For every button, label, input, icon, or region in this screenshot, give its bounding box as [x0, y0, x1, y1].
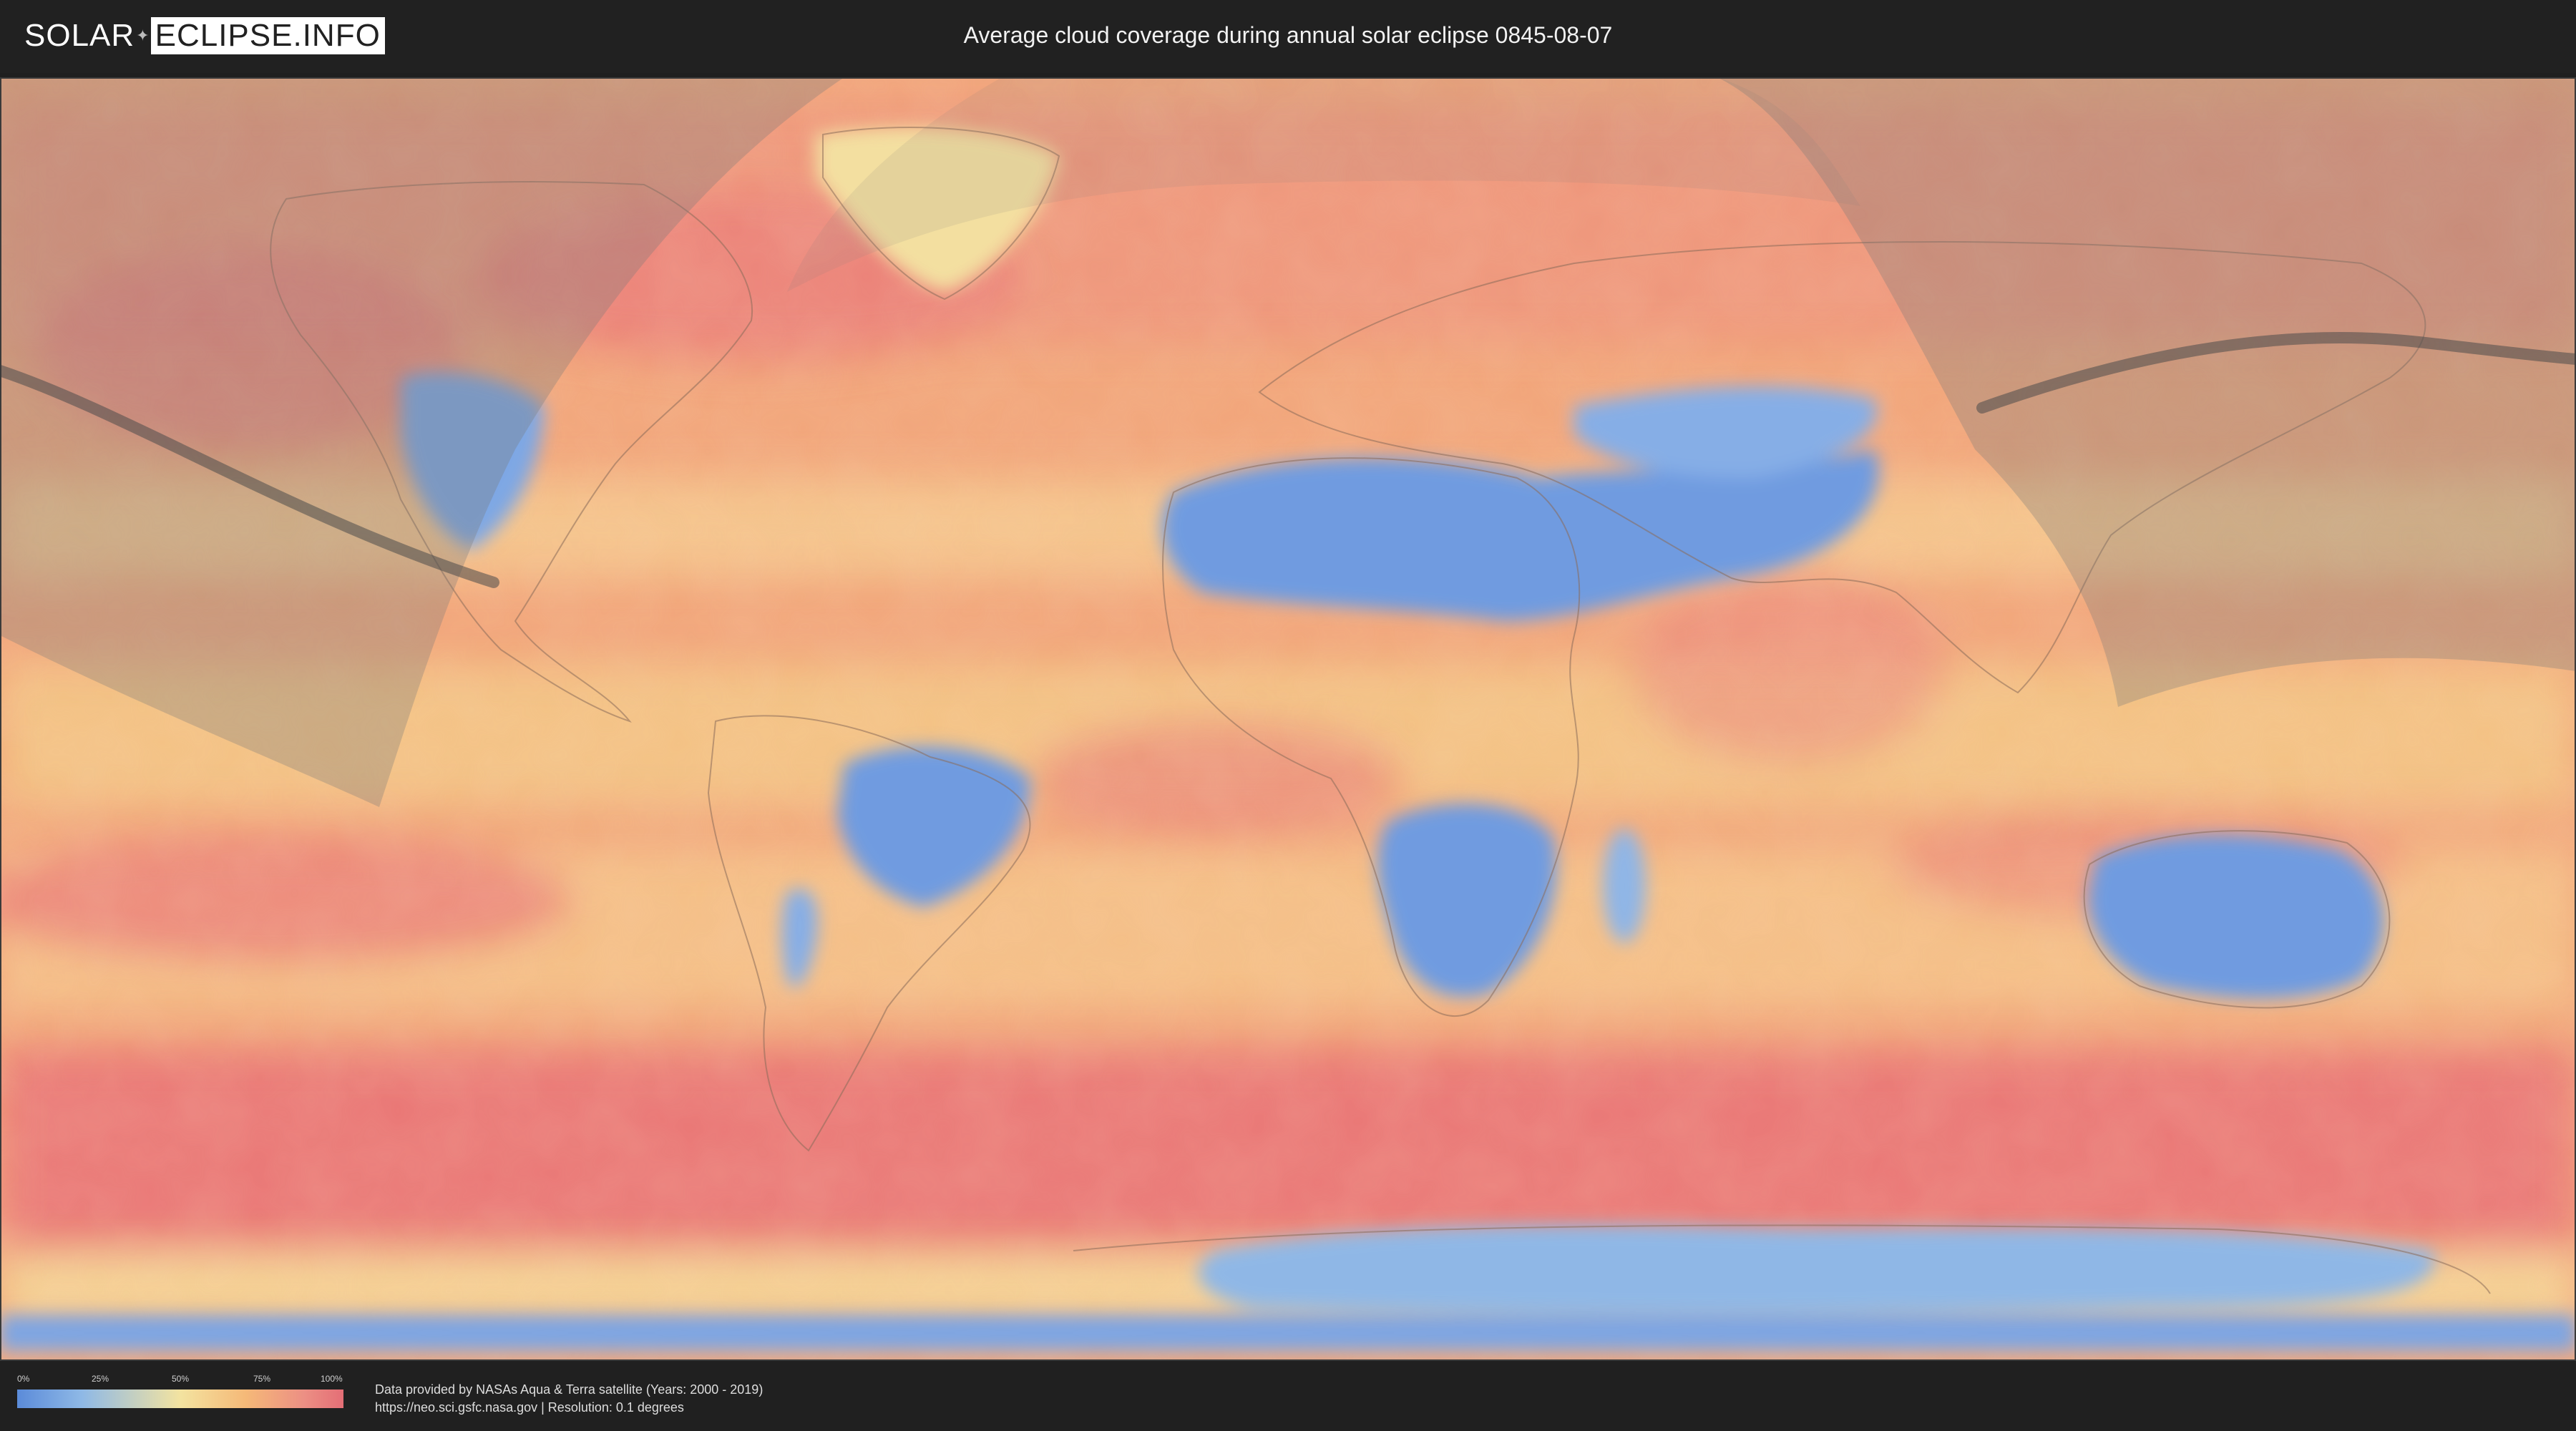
legend-tick-0: 0%	[17, 1374, 30, 1384]
credit-line-url[interactable]: https://neo.sci.gsfc.nasa.gov | Resoluti…	[375, 1399, 763, 1417]
legend-tick-50: 50%	[172, 1374, 190, 1384]
page-title: Average cloud coverage during annual sol…	[963, 22, 1613, 48]
data-credits: Data provided by NASAs Aqua & Terra sate…	[375, 1381, 763, 1417]
legend-tick-25: 25%	[92, 1374, 109, 1384]
header-bar: SOLAR ✦ ECLIPSE.INFO Average cloud cover…	[0, 0, 2576, 73]
credit-line-source: Data provided by NASAs Aqua & Terra sate…	[375, 1382, 763, 1397]
cloud-coverage-map	[0, 77, 2576, 1361]
legend-tick-100: 100%	[321, 1374, 343, 1384]
world-map-svg	[0, 77, 2576, 1361]
legend-tick-75: 75%	[253, 1374, 271, 1384]
footer-bar: 0% 25% 50% 75% 100% Data provided by NAS…	[0, 1361, 2576, 1431]
legend-color-bar	[17, 1390, 343, 1408]
cloud-coverage-legend: 0% 25% 50% 75% 100%	[17, 1374, 343, 1408]
legend-tick-labels: 0% 25% 50% 75% 100%	[17, 1374, 343, 1385]
